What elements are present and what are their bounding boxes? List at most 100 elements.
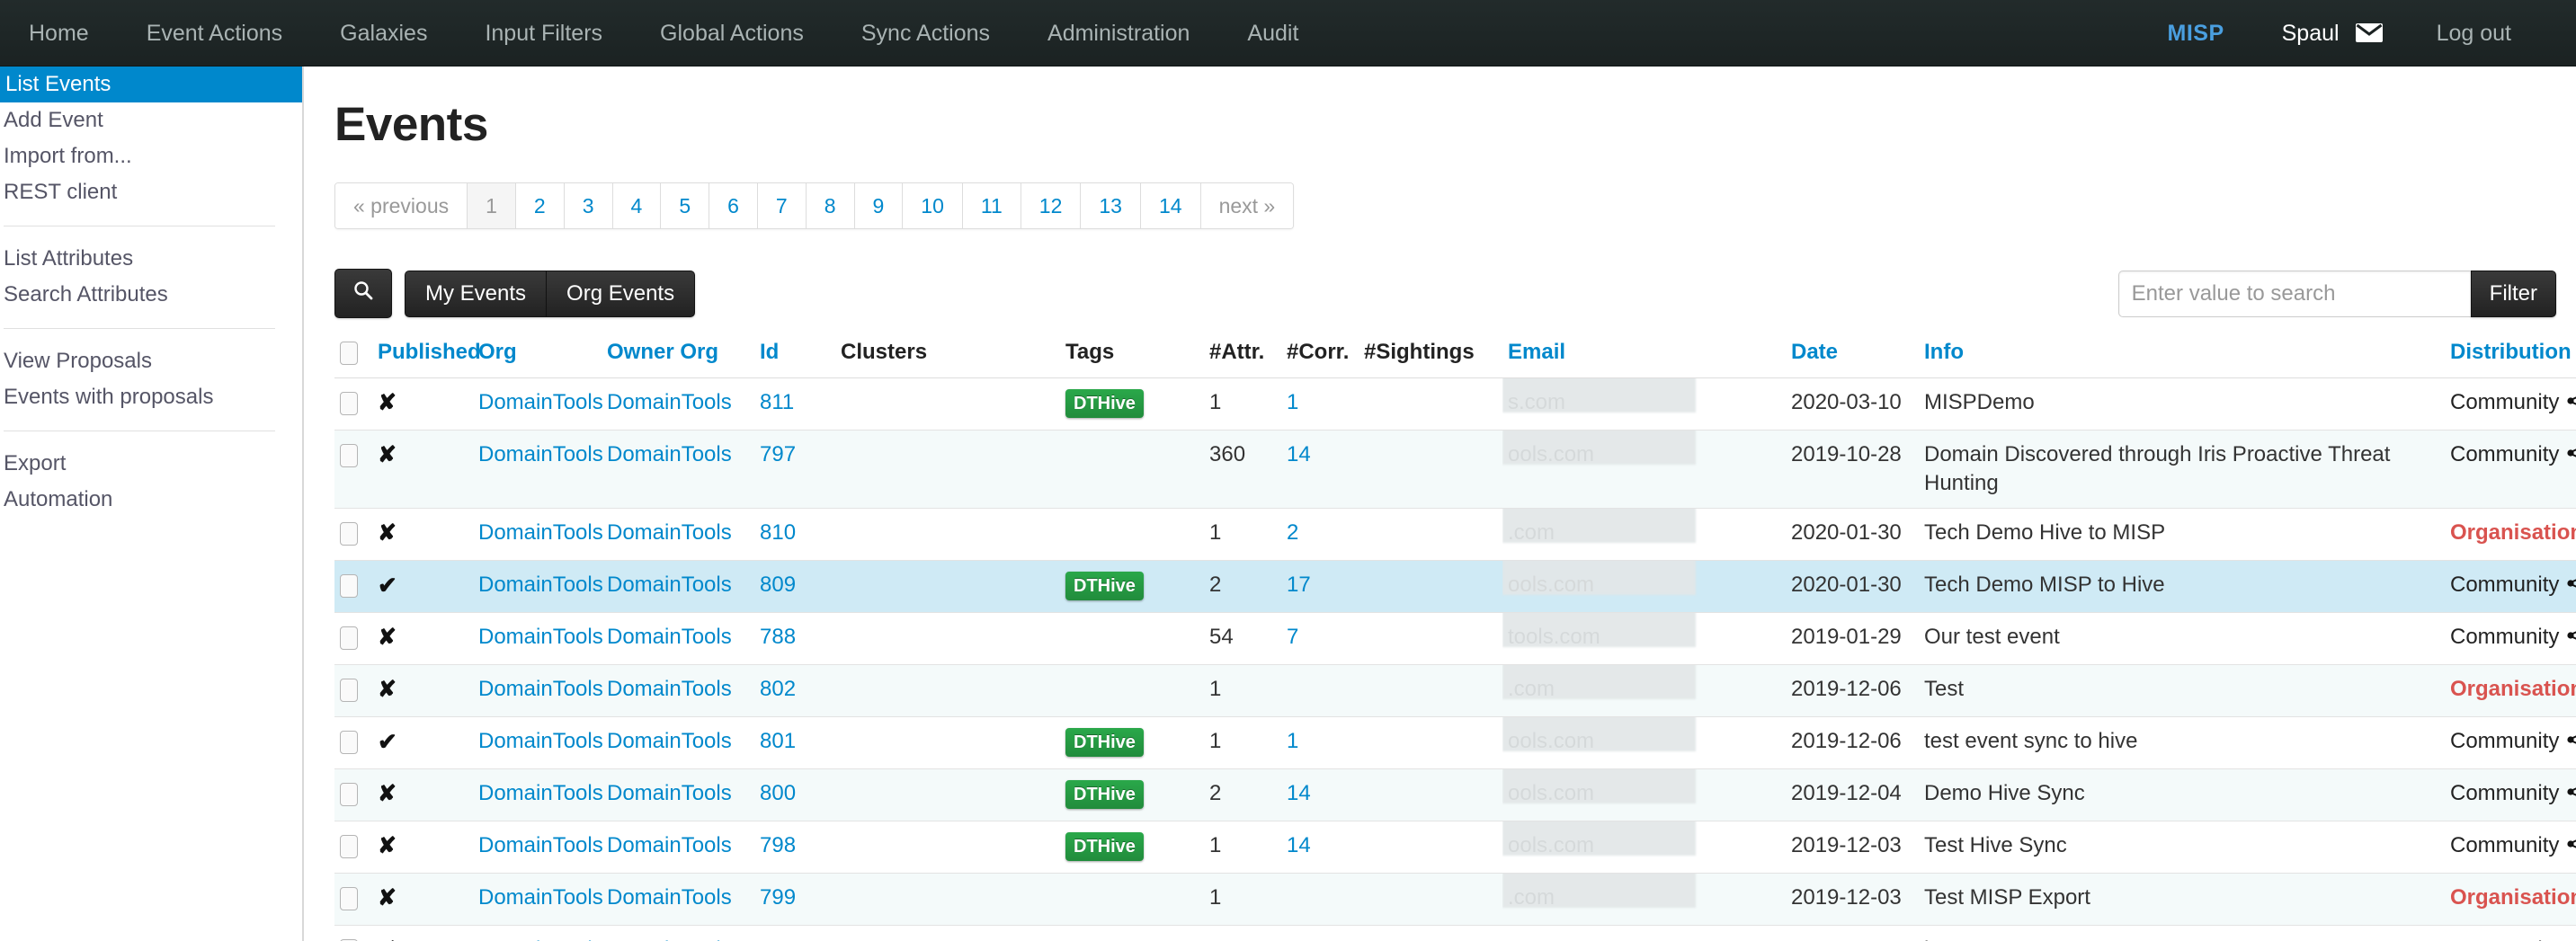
column-header-owner-org[interactable]: Owner Org (602, 334, 754, 378)
column-header-link-owner-org[interactable]: Owner Org (607, 340, 718, 364)
tag-badge[interactable]: DTHive (1065, 780, 1144, 809)
pagination-page-6[interactable]: 6 (709, 183, 758, 228)
org-link[interactable]: DomainTools (478, 390, 603, 414)
org-link[interactable]: DomainTools (478, 729, 603, 753)
sidebar-item-add-event[interactable]: Add Event (0, 102, 302, 138)
org-link[interactable]: DomainTools (478, 625, 603, 649)
row-checkbox[interactable] (340, 521, 358, 546)
row-checkbox[interactable] (340, 730, 358, 754)
event-id-link[interactable]: 797 (760, 442, 796, 466)
nav-item-global-actions[interactable]: Global Actions (631, 0, 833, 67)
correlation-count-link[interactable]: 1 (1287, 390, 1298, 414)
owner-org-link[interactable]: DomainTools (607, 729, 732, 753)
filter-button[interactable]: Filter (2470, 270, 2556, 317)
column-header-link-org[interactable]: Org (478, 340, 517, 364)
event-id-link[interactable]: 802 (760, 677, 796, 701)
org-link[interactable]: DomainTools (478, 781, 603, 805)
tag-badge[interactable]: DTHive (1065, 572, 1144, 600)
column-header-link-id[interactable]: Id (760, 340, 779, 364)
event-id-link[interactable]: 801 (760, 729, 796, 753)
nav-logout[interactable]: Log out (2408, 0, 2540, 67)
tag-badge[interactable]: DTHive (1065, 832, 1144, 861)
pagination-previous[interactable]: « previous (335, 183, 468, 228)
table-row[interactable]: ✘ DomainToolsDomainTools 788 547 tools.com20… (334, 612, 2576, 665)
nav-item-sync-actions[interactable]: Sync Actions (833, 0, 1019, 67)
event-id-link[interactable]: 799 (760, 885, 796, 910)
row-checkbox[interactable] (340, 626, 358, 650)
row-checkbox[interactable] (340, 573, 358, 598)
owner-org-link[interactable]: DomainTools (607, 442, 732, 466)
event-id-link[interactable]: 794 (760, 937, 796, 941)
pagination-page-14[interactable]: 14 (1140, 183, 1201, 228)
row-checkbox[interactable] (340, 782, 358, 806)
column-header-date[interactable]: Date (1786, 334, 1919, 378)
pagination-page-2[interactable]: 2 (515, 183, 565, 228)
table-row[interactable]: ✘ DomainToolsDomainTools 798 DTHive 114 ools.… (334, 821, 2576, 874)
pagination-page-8[interactable]: 8 (806, 183, 855, 228)
sidebar-item-list-attributes[interactable]: List Attributes (0, 241, 302, 277)
sidebar-item-rest-client[interactable]: REST client (0, 174, 302, 210)
sidebar-item-automation[interactable]: Automation (0, 482, 302, 518)
event-id-link[interactable]: 798 (760, 833, 796, 857)
correlation-count-link[interactable]: 5 (1287, 937, 1298, 941)
pagination-next[interactable]: next » (1200, 183, 1294, 228)
correlation-count-link[interactable]: 1 (1287, 729, 1298, 753)
nav-user-name[interactable]: Spaul (2253, 0, 2352, 67)
nav-item-home[interactable]: Home (0, 0, 118, 67)
pagination-page-7[interactable]: 7 (757, 183, 807, 228)
tab-my-events[interactable]: My Events (405, 270, 548, 317)
pagination-page-12[interactable]: 12 (1021, 183, 1082, 228)
org-link[interactable]: DomainTools (478, 937, 603, 941)
nav-item-audit[interactable]: Audit (1218, 0, 1327, 67)
nav-item-galaxies[interactable]: Galaxies (311, 0, 456, 67)
row-checkbox[interactable] (340, 443, 358, 467)
event-id-link[interactable]: 788 (760, 625, 796, 649)
sidebar-item-import-from[interactable]: Import from... (0, 138, 302, 174)
row-checkbox[interactable] (340, 834, 358, 858)
search-icon-button[interactable] (334, 269, 392, 318)
org-link[interactable]: DomainTools (478, 677, 603, 701)
pagination-page-9[interactable]: 9 (854, 183, 904, 228)
pagination-page-10[interactable]: 10 (903, 183, 963, 228)
tag-badge[interactable]: DTHive (1065, 728, 1144, 757)
owner-org-link[interactable]: DomainTools (607, 781, 732, 805)
search-input[interactable] (2117, 270, 2471, 317)
column-header-link-date[interactable]: Date (1791, 340, 1838, 364)
nav-item-administration[interactable]: Administration (1019, 0, 1218, 67)
correlation-count-link[interactable]: 2 (1287, 520, 1298, 545)
row-checkbox[interactable] (340, 391, 358, 415)
table-row[interactable]: ✘ DomainToolsDomainTools 800 DTHive 214 ools.… (334, 768, 2576, 821)
nav-brand-misp[interactable]: MISP (2139, 0, 2253, 67)
org-link[interactable]: DomainTools (478, 442, 603, 466)
pagination-page-5[interactable]: 5 (661, 183, 710, 228)
column-header-published[interactable]: Published (372, 334, 481, 378)
nav-item-event-actions[interactable]: Event Actions (118, 0, 311, 67)
tab-org-events[interactable]: Org Events (547, 270, 696, 317)
org-link[interactable]: DomainTools (478, 520, 603, 545)
correlation-count-link[interactable]: 14 (1287, 833, 1311, 857)
sidebar-item-search-attributes[interactable]: Search Attributes (0, 277, 302, 313)
owner-org-link[interactable]: DomainTools (607, 520, 732, 545)
owner-org-link[interactable]: DomainTools (607, 677, 732, 701)
org-link[interactable]: DomainTools (478, 833, 603, 857)
org-link[interactable]: DomainTools (478, 573, 603, 597)
table-row[interactable]: ✘ DomainToolsDomainTools 799 1 .com2019-12-0… (334, 873, 2576, 926)
column-header-link-email[interactable]: Email (1508, 340, 1565, 364)
envelope-icon[interactable] (2355, 23, 2383, 42)
correlation-count-link[interactable]: 7 (1287, 625, 1298, 649)
column-header-id[interactable]: Id (754, 334, 835, 378)
select-all-checkbox[interactable] (340, 341, 358, 365)
table-row[interactable]: ✘ DomainToolsDomainTools 811 DTHive 11 s.com2… (334, 377, 2576, 431)
pagination-page-4[interactable]: 4 (612, 183, 662, 228)
table-row[interactable]: ✘ DomainToolsDomainTools 797 36014 ools.com2… (334, 430, 2576, 509)
table-row[interactable]: ✔ DomainToolsDomainTools 801 DTHive 11 ools.c… (334, 716, 2576, 769)
owner-org-link[interactable]: DomainTools (607, 833, 732, 857)
event-id-link[interactable]: 809 (760, 573, 796, 597)
owner-org-link[interactable]: DomainTools (607, 573, 732, 597)
row-checkbox[interactable] (340, 886, 358, 910)
table-row[interactable]: ✘ DomainTools DomainTools 794 81 5 2019-04-12i… (334, 925, 2576, 941)
event-id-link[interactable]: 811 (760, 390, 794, 414)
pagination-page-1[interactable]: 1 (468, 183, 516, 228)
table-row[interactable]: ✔ DomainToolsDomainTools 809 DTHive 217 ools.… (334, 560, 2576, 613)
event-id-link[interactable]: 810 (760, 520, 796, 545)
